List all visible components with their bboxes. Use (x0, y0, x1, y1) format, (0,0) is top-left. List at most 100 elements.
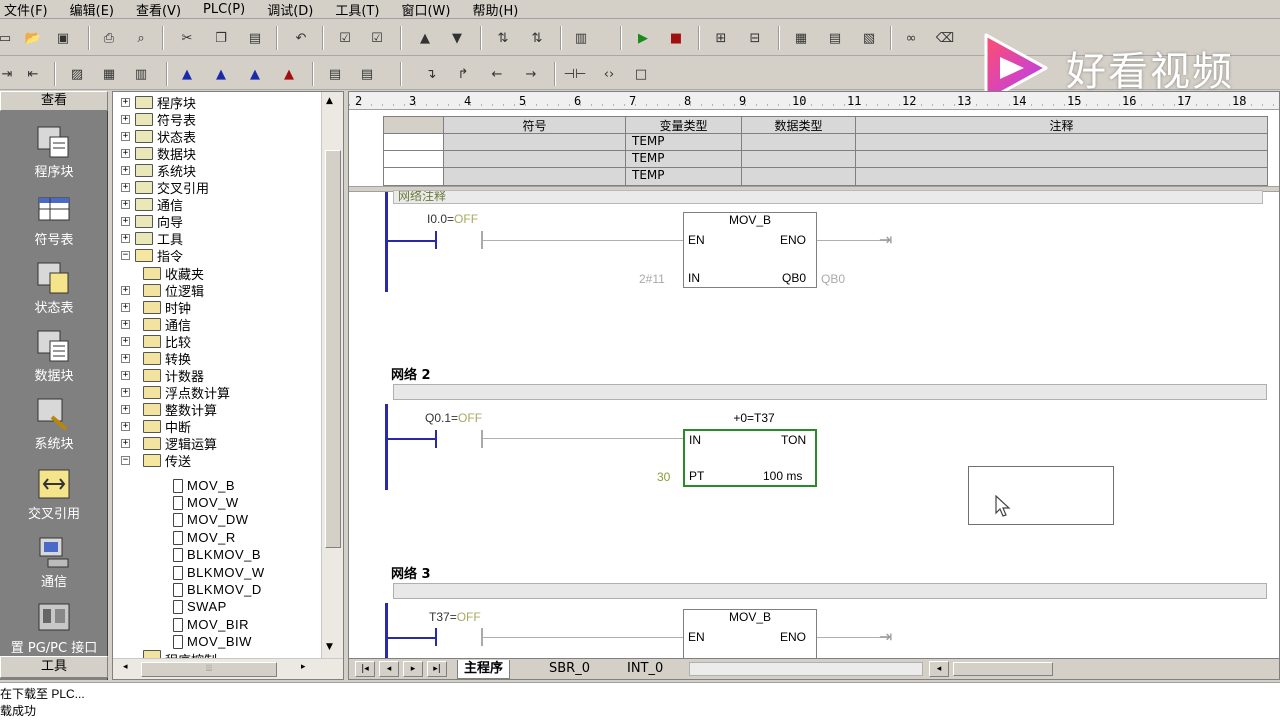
tree-item-integer-math[interactable]: + 整数计算 (121, 401, 217, 419)
expand-icon[interactable]: + (121, 405, 130, 414)
tab-int-0[interactable]: INT_0 (621, 660, 669, 679)
options-icon[interactable]: ▥ (570, 28, 592, 48)
table-row[interactable] (384, 151, 444, 168)
out-parameter[interactable]: QB0 (821, 272, 845, 286)
paste-icon[interactable]: ▤ (244, 28, 266, 48)
line-up-icon[interactable]: ↱ (452, 64, 474, 84)
ladder-view-icon[interactable]: ▦ (790, 28, 812, 48)
network-comment[interactable] (393, 583, 1267, 599)
tree-instr-blkmov-w[interactable]: BLKMOV_W (173, 564, 265, 581)
editor-hscroll-thumb[interactable] (953, 662, 1053, 676)
nav-item-cross-reference[interactable]: 交叉引用 (0, 467, 108, 531)
column-header-var-type[interactable]: 变量类型 (626, 117, 742, 134)
expand-icon[interactable]: + (121, 354, 130, 363)
contact-left[interactable] (435, 430, 437, 448)
run-icon[interactable]: ▶ (632, 28, 654, 48)
scroll-left-icon[interactable]: ◂ (123, 662, 128, 672)
expand-icon[interactable]: + (121, 200, 130, 209)
table-row[interactable] (384, 134, 444, 151)
save-icon[interactable]: ▣ (52, 28, 74, 48)
scroll-up-icon[interactable]: ▲ (326, 96, 333, 106)
bookmark-next-icon[interactable]: ▲ (210, 64, 232, 84)
table-cell[interactable] (444, 168, 626, 186)
tree-item-data-block[interactable]: + 数据块 (121, 145, 196, 163)
expand-icon[interactable]: + (121, 115, 130, 124)
prev-tab-icon[interactable]: ◂ (379, 661, 399, 677)
eraser-icon[interactable]: ⌫ (934, 28, 956, 48)
tree-item-status-table[interactable]: + 状态表 (121, 128, 196, 146)
nav-item-program-block[interactable]: 程序块 (0, 125, 108, 189)
undo-icon[interactable]: ↶ (290, 28, 312, 48)
contact-icon[interactable]: ⊣⊢ (564, 64, 587, 84)
line-left-icon[interactable]: ← (486, 64, 508, 84)
tree-horizontal-scrollbar[interactable]: ◂ ⦙⦙⦙ ▸ (113, 658, 343, 679)
program-status-icon[interactable]: ⊞ (710, 28, 732, 48)
menu-help[interactable]: 帮助(H) (472, 0, 518, 19)
expand-icon[interactable]: + (121, 149, 130, 158)
menu-plc[interactable]: PLC(P) (203, 2, 245, 17)
sort-descending-icon[interactable]: ⇅ (526, 28, 548, 48)
compile-icon[interactable]: ☑ (334, 28, 356, 48)
coil-icon[interactable]: ‹› (598, 64, 620, 84)
scroll-left-icon[interactable]: ◂ (929, 661, 949, 677)
tree-vertical-scrollbar[interactable]: ▲ ▼ (321, 92, 343, 658)
expand-icon[interactable]: + (121, 132, 130, 141)
nav-item-system-block[interactable]: 系统块 (0, 397, 108, 461)
tree-scroll-thumb[interactable] (325, 150, 341, 548)
table-cell[interactable] (742, 168, 856, 186)
columns-icon[interactable]: ▥ (130, 64, 152, 84)
tree-item-convert[interactable]: + 转换 (121, 350, 191, 368)
contact-left[interactable] (435, 231, 437, 249)
tree-instr-mov-biw[interactable]: MOV_BIW (173, 633, 252, 650)
in-parameter[interactable]: 2#11 (639, 272, 665, 286)
delete-network-icon[interactable]: ▤ (356, 64, 378, 84)
expand-icon[interactable]: + (121, 234, 130, 243)
expand-icon[interactable]: + (121, 183, 130, 192)
stop-icon[interactable]: ■ (665, 28, 687, 48)
tree-item-float-math[interactable]: + 浮点数计算 (121, 384, 230, 402)
tab-sbr-0[interactable]: SBR_0 (543, 660, 596, 679)
expand-icon[interactable]: + (121, 422, 130, 431)
tree-instr-blkmov-b[interactable]: BLKMOV_B (173, 546, 261, 563)
tree-instr-blkmov-d[interactable]: BLKMOV_D (173, 581, 262, 598)
new-icon[interactable]: ▭ (0, 28, 16, 48)
tree-item-symbol-table[interactable]: + 符号表 (121, 111, 196, 129)
table-cell[interactable] (856, 134, 1268, 151)
expand-icon[interactable]: + (121, 303, 130, 312)
mov-b-box[interactable]: MOV_B EN ENO IN QB0 (683, 212, 817, 288)
step-into-icon[interactable]: ⇤ (22, 64, 44, 84)
menu-tools[interactable]: 工具(T) (335, 0, 379, 19)
expand-icon[interactable]: + (121, 371, 130, 380)
menu-file[interactable]: 文件(F) (4, 0, 48, 19)
tree-item-program-block[interactable]: + 程序块 (121, 94, 196, 112)
mov-b-box[interactable]: MOV_B EN ENO (683, 609, 817, 659)
tree-item-compare[interactable]: + 比较 (121, 333, 191, 351)
network-comment[interactable] (393, 384, 1267, 400)
tree-item-interrupt[interactable]: + 中断 (121, 418, 191, 436)
nav-item-symbol-table[interactable]: 符号表 (0, 193, 108, 257)
expand-icon[interactable]: + (121, 320, 130, 329)
menu-view[interactable]: 查看(V) (136, 0, 181, 19)
tree-instr-mov-w[interactable]: MOV_W (173, 494, 239, 511)
tree-item-logic-ops[interactable]: + 逻辑运算 (121, 435, 217, 453)
menu-edit[interactable]: 编辑(E) (70, 0, 114, 19)
tree-item-counter[interactable]: + 计数器 (121, 367, 204, 385)
first-tab-icon[interactable]: |◂ (355, 661, 375, 677)
table-cell[interactable] (742, 134, 856, 151)
column-header-comment[interactable]: 注释 (856, 117, 1268, 134)
last-tab-icon[interactable]: ▸| (427, 661, 447, 677)
tree-item-move[interactable]: − 传送 (121, 452, 191, 470)
tree-instr-mov-dw[interactable]: MOV_DW (173, 511, 249, 528)
compile-all-icon[interactable]: ☑ (366, 28, 388, 48)
tree-item-clock[interactable]: + 时钟 (121, 299, 191, 317)
sort-ascending-icon[interactable]: ⇅ (492, 28, 514, 48)
menu-window[interactable]: 窗口(W) (401, 0, 450, 19)
column-header-data-type[interactable]: 数据类型 (742, 117, 856, 134)
print-icon[interactable]: ⎙ (98, 28, 120, 48)
expand-icon[interactable]: + (121, 388, 130, 397)
scroll-down-icon[interactable]: ▼ (326, 642, 333, 652)
upload-icon[interactable]: ▲ (414, 28, 436, 48)
tree-item-comm[interactable]: + 通信 (121, 316, 191, 334)
tree-instr-mov-r[interactable]: MOV_R (173, 529, 236, 546)
cut-icon[interactable]: ✂ (176, 28, 198, 48)
